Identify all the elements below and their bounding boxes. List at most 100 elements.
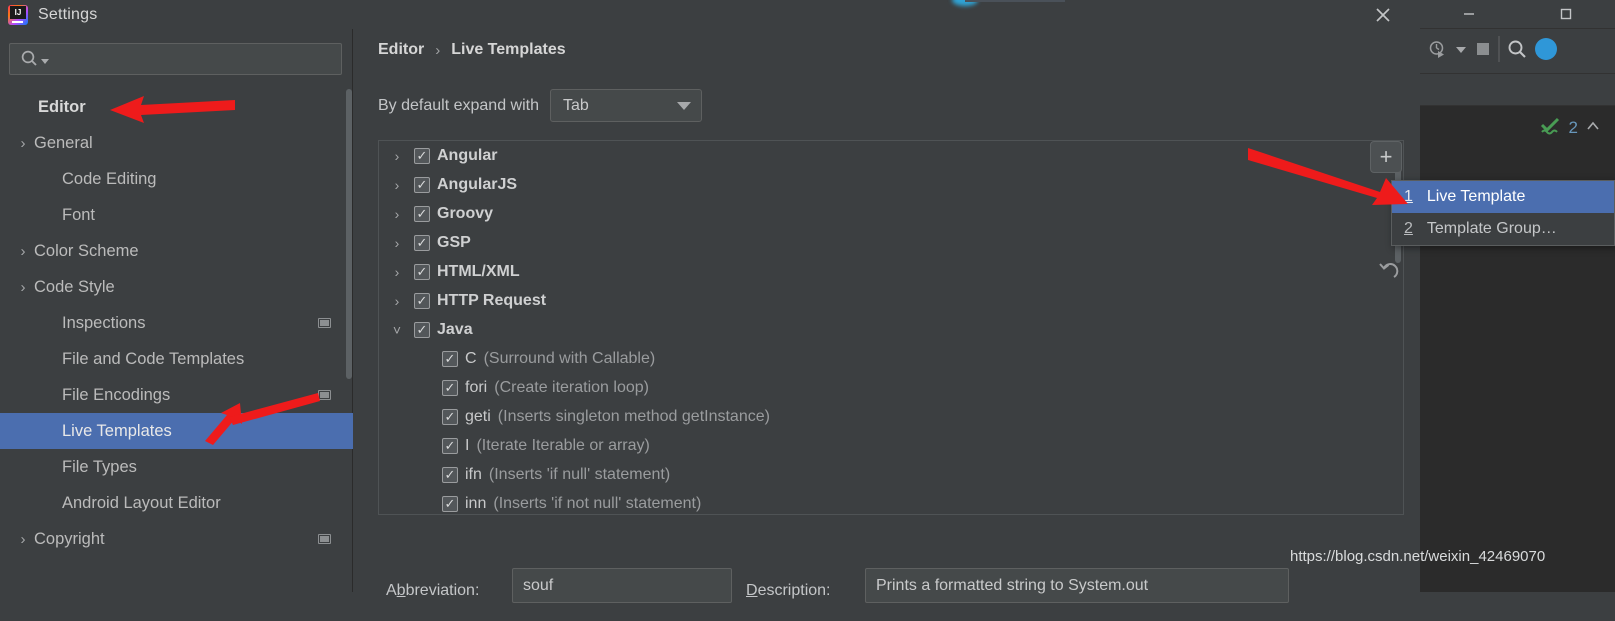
template-detail-fields: Abbreviation: souf Description: Prints a… xyxy=(353,529,1420,621)
maximize-button[interactable] xyxy=(1544,0,1588,29)
template-row[interactable]: ✓inn(Inserts 'if not null' statement) xyxy=(379,489,1403,514)
chevron-right-icon[interactable]: › xyxy=(12,135,34,152)
sidebar-item-label: Font xyxy=(62,206,95,225)
chevron-right-icon[interactable]: › xyxy=(387,264,407,280)
sidebar-item-label: File and Code Templates xyxy=(62,350,244,369)
search-icon[interactable] xyxy=(1506,38,1528,65)
sidebar-item-label: Color Scheme xyxy=(34,242,139,261)
template-checkbox[interactable]: ✓ xyxy=(414,264,430,280)
search-input[interactable] xyxy=(9,43,342,75)
breadcrumb-parent[interactable]: Editor xyxy=(378,41,424,59)
ide-editor-tab-strip xyxy=(1420,74,1615,106)
template-checkbox[interactable]: ✓ xyxy=(414,293,430,309)
abbreviation-input[interactable]: souf xyxy=(512,568,732,603)
inspection-widget[interactable]: 2 xyxy=(1420,106,1615,150)
description-input[interactable]: Prints a formatted string to System.out xyxy=(865,568,1289,603)
menu-item-template-group[interactable]: 2 Template Group… xyxy=(1392,213,1614,245)
template-checkbox[interactable]: ✓ xyxy=(414,322,430,338)
revert-icon[interactable] xyxy=(1374,256,1404,286)
template-checkbox[interactable]: ✓ xyxy=(442,467,458,483)
template-checkbox[interactable]: ✓ xyxy=(442,438,458,454)
template-group-name: Angular xyxy=(437,147,497,165)
project-scope-icon xyxy=(318,318,331,328)
sidebar-item-label: Live Templates xyxy=(62,422,172,441)
template-group-row[interactable]: › ✓ Angular xyxy=(379,141,1403,170)
stop-icon[interactable] xyxy=(1474,40,1492,63)
sidebar-item-code-style[interactable]: ›Code Style xyxy=(0,269,353,305)
abbreviation-label: Abbreviation: xyxy=(386,582,479,600)
template-row[interactable]: ✓I(Iterate Iterable or array) xyxy=(379,431,1403,460)
sidebar-item-file-and-code-templates[interactable]: File and Code Templates xyxy=(0,341,353,377)
debug-icon[interactable] xyxy=(1428,39,1448,64)
sidebar-item-file-types[interactable]: File Types xyxy=(0,449,353,485)
sidebar-item-editor[interactable]: Editor xyxy=(0,89,353,125)
sidebar-scrollbar[interactable] xyxy=(346,89,352,379)
template-row[interactable]: ✓fori(Create iteration loop) xyxy=(379,373,1403,402)
chevron-up-icon[interactable] xyxy=(1585,119,1601,137)
template-row[interactable]: ✓C(Surround with Callable) xyxy=(379,344,1403,373)
menu-item-live-template[interactable]: 1 Live Template xyxy=(1392,181,1614,213)
menu-item-number: 2 xyxy=(1404,220,1413,238)
chevron-right-icon[interactable]: › xyxy=(12,243,34,260)
settings-tree: Editor›GeneralCode EditingFont›Color Sch… xyxy=(0,89,353,557)
chevron-right-icon[interactable]: › xyxy=(387,148,407,164)
add-template-button[interactable]: + xyxy=(1370,141,1402,173)
close-icon[interactable] xyxy=(1361,0,1405,29)
sidebar-item-general[interactable]: ›General xyxy=(0,125,353,161)
chevron-right-icon[interactable]: › xyxy=(387,177,407,193)
chevron-right-icon[interactable]: › xyxy=(387,206,407,222)
chevron-down-icon xyxy=(677,102,691,110)
template-checkbox[interactable]: ✓ xyxy=(442,409,458,425)
expand-with-label: By default expand with xyxy=(378,97,539,115)
template-group-row[interactable]: ›✓Groovy xyxy=(379,199,1403,228)
template-group-row[interactable]: ˅✓Java xyxy=(379,315,1403,344)
chevron-right-icon[interactable]: › xyxy=(387,293,407,309)
template-abbreviation: ifn xyxy=(465,466,482,484)
sidebar-item-live-templates[interactable]: Live Templates xyxy=(0,413,353,449)
watermark-url: https://blog.csdn.net/weixin_42469070 xyxy=(1290,548,1545,565)
template-group-row[interactable]: ›✓HTTP Request xyxy=(379,286,1403,315)
templates-tree: ›✓Angular›✓AngularJS›✓Groovy›✓GSP›✓HTML/… xyxy=(379,141,1403,514)
sidebar-item-inspections[interactable]: Inspections xyxy=(0,305,353,341)
chevron-right-icon[interactable]: › xyxy=(12,279,34,296)
project-scope-icon xyxy=(318,534,331,544)
sidebar-item-font[interactable]: Font xyxy=(0,197,353,233)
inspection-count: 2 xyxy=(1569,118,1578,138)
template-checkbox[interactable]: ✓ xyxy=(414,235,430,251)
template-group-row[interactable]: ›✓AngularJS xyxy=(379,170,1403,199)
breadcrumb-separator-icon: › xyxy=(435,42,440,59)
template-group-row[interactable]: › ✓ HTML/XML xyxy=(379,257,1403,286)
template-checkbox[interactable]: ✓ xyxy=(414,206,430,222)
chevron-right-icon[interactable]: › xyxy=(12,531,34,548)
chevron-right-icon[interactable]: › xyxy=(387,235,407,251)
template-abbreviation: I xyxy=(465,437,469,455)
template-checkbox[interactable]: ✓ xyxy=(442,351,458,367)
sidebar-item-android-layout-editor[interactable]: Android Layout Editor xyxy=(0,485,353,521)
sidebar-item-color-scheme[interactable]: ›Color Scheme xyxy=(0,233,353,269)
template-group-name: HTML/XML xyxy=(437,263,520,281)
search-icon xyxy=(20,49,49,69)
dialog-title: Settings xyxy=(38,6,97,24)
sidebar-item-label: Copyright xyxy=(34,530,105,549)
sidebar-item-label: General xyxy=(34,134,93,153)
template-checkbox[interactable]: ✓ xyxy=(414,148,430,164)
sidebar-item-copyright[interactable]: ›Copyright xyxy=(0,521,353,557)
template-row[interactable]: ✓geti(Inserts singleton method getInstan… xyxy=(379,402,1403,431)
template-group-row[interactable]: ›✓GSP xyxy=(379,228,1403,257)
expand-with-value: Tab xyxy=(563,97,589,115)
sidebar-item-label: Code Editing xyxy=(62,170,156,189)
template-checkbox[interactable]: ✓ xyxy=(442,496,458,512)
project-scope-icon xyxy=(318,390,331,400)
expand-with-select[interactable]: Tab xyxy=(550,89,702,122)
user-avatar-icon[interactable] xyxy=(1534,37,1558,66)
template-checkbox[interactable]: ✓ xyxy=(414,177,430,193)
chevron-down-icon[interactable] xyxy=(1454,42,1468,61)
sidebar-item-file-encodings[interactable]: File Encodings xyxy=(0,377,353,413)
template-description: (Create iteration loop) xyxy=(494,379,649,397)
template-checkbox[interactable]: ✓ xyxy=(442,380,458,396)
sidebar-item-label: Editor xyxy=(38,98,86,117)
sidebar-item-code-editing[interactable]: Code Editing xyxy=(0,161,353,197)
template-row[interactable]: ✓ifn(Inserts 'if null' statement) xyxy=(379,460,1403,489)
minimize-button[interactable] xyxy=(1447,0,1491,29)
chevron-down-icon[interactable]: ˅ xyxy=(387,322,407,338)
